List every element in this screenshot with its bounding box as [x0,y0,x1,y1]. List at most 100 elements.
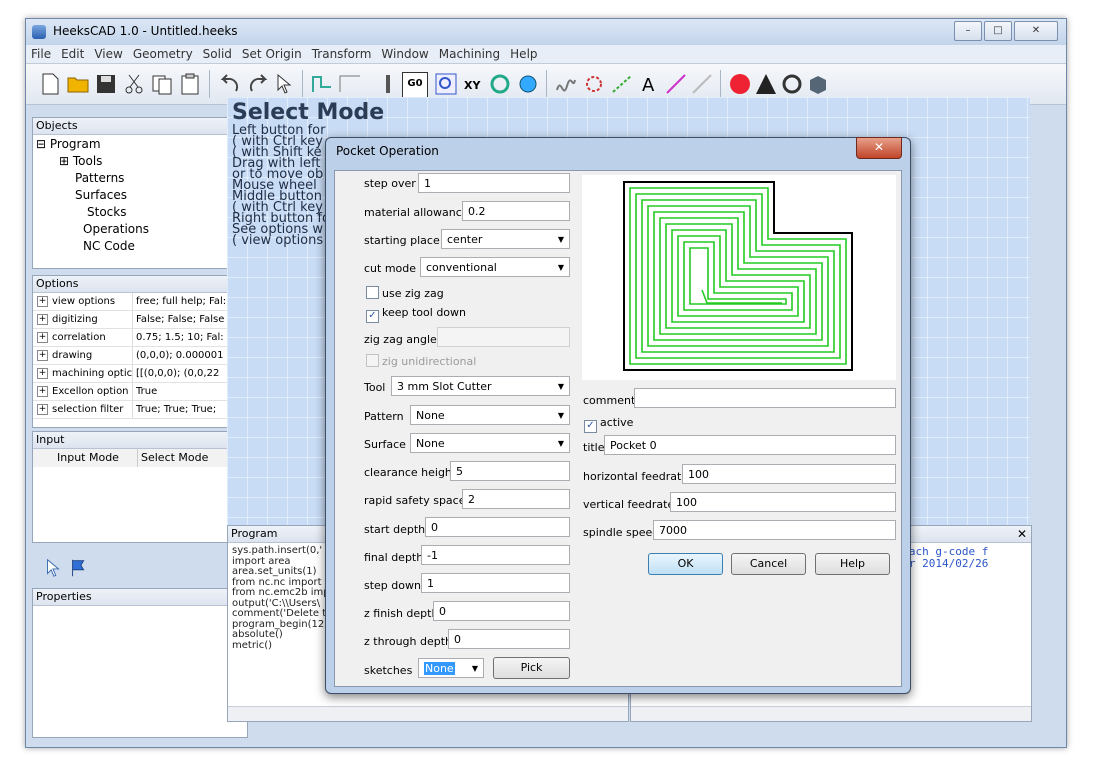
redo-icon[interactable] [246,72,270,96]
horizontal-feedrate-input[interactable]: 100 [682,464,896,484]
spindle-speed-input[interactable]: 7000 [653,520,896,540]
clearance-height-input[interactable]: 5 [450,461,570,481]
option-row[interactable]: + machining optic [[(0,0,0); (0,0,22 [33,365,247,383]
step-over-input[interactable]: 1 [418,173,570,193]
undo-icon[interactable] [218,72,242,96]
surface-select[interactable]: None ▼ [410,433,570,453]
menu-view[interactable]: View [89,45,127,63]
flag-icon[interactable] [68,557,90,579]
tool-icon[interactable] [376,72,400,96]
pick-button[interactable]: Pick [493,657,570,679]
cone-icon[interactable] [754,72,778,96]
sketches-select[interactable]: None ▼ [418,658,484,678]
menu-geometry[interactable]: Geometry [128,45,198,63]
circle-points-icon[interactable] [582,72,606,96]
construction-line-icon[interactable] [690,72,714,96]
tree-item-patterns[interactable]: Patterns [75,170,124,186]
vertical-feedrate-input[interactable]: 100 [670,492,896,512]
cut-icon[interactable] [122,72,146,96]
tree-item-tools[interactable]: ⊞ Tools [59,153,102,169]
g0-button[interactable]: G0 [402,72,428,98]
tree-item-operations[interactable]: Operations [83,221,149,237]
z-finish-depth-label: z finish depth [364,607,439,620]
minimize-button[interactable]: – [954,21,982,41]
material-allowance-input[interactable]: 0.2 [462,201,570,221]
output-horizontal-scrollbar[interactable] [631,706,1031,721]
text-icon[interactable]: A [638,72,662,96]
close-icon[interactable]: ✕ [1017,526,1027,542]
toolpath-offset-ring [629,187,847,365]
option-row[interactable]: + selection filter True; True; True; [33,401,247,419]
menu-set-origin[interactable]: Set Origin [237,45,307,63]
menu-machining[interactable]: Machining [434,45,505,63]
rotate-view-icon[interactable] [516,72,540,96]
step-down-input[interactable]: 1 [421,573,570,593]
z-finish-depth-input[interactable]: 0 [433,601,570,621]
menu-edit[interactable]: Edit [56,45,89,63]
pattern-select[interactable]: None ▼ [410,405,570,425]
dimension-icon[interactable] [338,72,362,96]
option-row[interactable]: + correlation 0.75; 1.5; 10; Fal: [33,329,247,347]
tree-item-surfaces[interactable]: Surfaces [75,187,127,203]
start-depth-input[interactable]: 0 [425,517,570,537]
torus-icon[interactable] [780,72,804,96]
title-input[interactable]: Pocket 0 [604,435,896,455]
maximize-button[interactable]: □ [984,21,1012,41]
ok-button[interactable]: OK [648,553,723,575]
option-row[interactable]: + view options free; full help; Fal: [33,293,247,311]
zoom-window-icon[interactable] [434,72,458,96]
save-icon[interactable] [94,72,118,96]
tree-item-nc-code[interactable]: NC Code [83,238,135,254]
options-pane-title: Options [36,277,79,290]
sphere-icon[interactable] [728,72,752,96]
zig-unidirectional-checkbox[interactable]: zig unidirectional [366,354,476,368]
use-zig-zag-checkbox[interactable]: use zig zag [366,286,444,300]
program-horizontal-scrollbar[interactable] [228,706,628,721]
dimension-tool-icon[interactable] [664,72,688,96]
zoom-extents-icon[interactable] [488,72,512,96]
cube-icon[interactable] [806,72,830,96]
active-checkbox[interactable]: ✓ active [584,416,633,433]
zig-zag-angle-input[interactable] [437,327,570,347]
tree-item-program[interactable]: ⊟ Program [36,136,101,152]
program-code[interactable]: sys.path.insert(0,' import area area.set_u… [232,545,330,651]
cancel-button[interactable]: Cancel [731,553,806,575]
checkmark-icon: ✓ [584,420,597,433]
final-depth-input[interactable]: -1 [421,545,570,565]
spline-icon[interactable] [554,72,578,96]
svg-text:A: A [642,75,655,96]
dialog-close-button[interactable]: ✕ [856,137,902,159]
select-arrow-icon[interactable] [272,72,296,96]
menu-file[interactable]: File [26,45,56,63]
open-folder-icon[interactable] [66,72,90,96]
help-button[interactable]: Help [815,553,890,575]
close-window-button[interactable]: ✕ [1014,21,1058,41]
line-icon[interactable] [610,72,634,96]
cut-mode-select[interactable]: conventional ▼ [420,257,570,277]
title-label: title [583,441,605,454]
new-file-icon[interactable] [38,72,62,96]
option-row[interactable]: + digitizing False; False; False [33,311,247,329]
menu-solid[interactable]: Solid [198,45,237,63]
select-cursor-icon[interactable] [42,557,64,579]
copy-icon[interactable] [150,72,174,96]
starting-place-select[interactable]: center ▼ [441,229,570,249]
paste-icon[interactable] [178,72,202,96]
option-row[interactable]: + drawing (0,0,0); 0.000001 [33,347,247,365]
sketch-lines-icon[interactable] [310,72,334,96]
option-row[interactable]: + Excellon option True [33,383,247,401]
z-through-depth-input[interactable]: 0 [448,629,570,649]
window-title: HeeksCAD 1.0 - Untitled.heeks [53,24,238,38]
keep-tool-down-checkbox[interactable]: ✓ keep tool down [366,306,466,323]
rapid-safety-space-input[interactable]: 2 [462,489,570,509]
z-through-depth-label: z through depth [364,635,453,648]
title-bar: HeeksCAD 1.0 - Untitled.heeks – □ ✕ [26,19,1066,45]
menu-help[interactable]: Help [505,45,542,63]
view-xy-icon[interactable]: XY [462,72,486,96]
tree-item-stocks[interactable]: Stocks [87,204,126,220]
comment-input[interactable] [634,388,896,408]
menu-transform[interactable]: Transform [307,45,377,63]
tool-select[interactable]: 3 mm Slot Cutter ▼ [391,376,570,396]
menu-window[interactable]: Window [376,45,433,63]
svg-text:XY: XY [464,79,481,92]
